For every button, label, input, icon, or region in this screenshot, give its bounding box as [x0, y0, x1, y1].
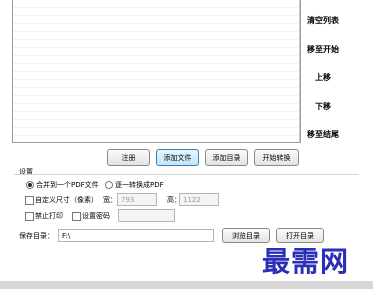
watermark-logo: 最需网 — [262, 245, 350, 278]
add-file-button[interactable]: 添加文件 — [156, 149, 199, 166]
set-password-label[interactable]: 设置密码 — [82, 211, 110, 221]
custom-size-label[interactable]: 自定义尺寸（像素） — [35, 195, 98, 205]
width-field[interactable]: 793 — [117, 193, 157, 206]
separate-radio-label[interactable]: 逐一转换成PDF — [115, 180, 164, 190]
password-field[interactable] — [118, 209, 175, 222]
merge-radio[interactable] — [26, 181, 34, 189]
separate-radio[interactable] — [105, 181, 113, 189]
add-directory-button[interactable]: 添加目录 — [205, 149, 248, 166]
save-dir-label: 保存目录： — [19, 232, 54, 240]
merge-radio-label[interactable]: 合并到一个PDF文件 — [36, 180, 99, 190]
height-field[interactable]: 1122 — [179, 193, 219, 206]
width-label: 宽： — [103, 196, 117, 204]
move-to-bottom-button[interactable]: 移至结尾 — [302, 127, 344, 141]
custom-size-checkbox[interactable] — [25, 196, 34, 205]
move-to-top-button[interactable]: 移至开始 — [302, 42, 344, 56]
move-down-button[interactable]: 下移 — [302, 99, 344, 113]
disable-print-label[interactable]: 禁止打印 — [35, 211, 63, 221]
disable-print-checkbox[interactable] — [25, 212, 34, 221]
save-dir-field[interactable]: F:\ — [58, 229, 214, 242]
clear-list-button[interactable]: 清空列表 — [302, 13, 344, 27]
settings-divider — [14, 174, 359, 175]
move-up-button[interactable]: 上移 — [302, 70, 344, 84]
start-convert-button[interactable]: 开始转换 — [254, 149, 299, 166]
window-bottom-edge — [0, 281, 373, 289]
file-list-scrollbar[interactable] — [299, 0, 300, 142]
file-list[interactable] — [12, 0, 301, 143]
register-button[interactable]: 注册 — [107, 149, 150, 166]
settings-group-label: 设置 — [19, 168, 33, 176]
set-password-checkbox[interactable] — [72, 212, 81, 221]
